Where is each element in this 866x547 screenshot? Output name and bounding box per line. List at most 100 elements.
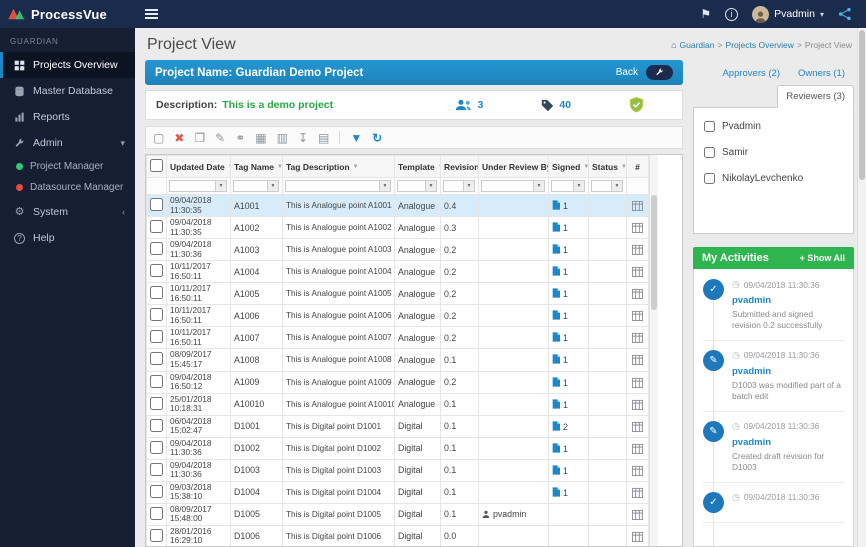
- history-grid-icon[interactable]: [630, 222, 645, 233]
- info-icon[interactable]: i: [725, 8, 738, 21]
- filter-operator-button[interactable]: ▼: [216, 180, 227, 192]
- filter-tag-description-input[interactable]: [285, 180, 380, 192]
- history-grid-icon[interactable]: [630, 399, 645, 410]
- row-checkbox[interactable]: [150, 220, 163, 233]
- signed-document-icon[interactable]: [552, 466, 563, 476]
- filter-icon[interactable]: [350, 132, 362, 144]
- breadcrumb-guardian[interactable]: Guardian: [680, 40, 715, 50]
- sidebar-item-help[interactable]: ? Help: [0, 225, 135, 251]
- signed-document-icon[interactable]: [552, 333, 563, 343]
- role-tab[interactable]: Reviewers (3): [777, 85, 854, 108]
- filter-operator-button[interactable]: ▼: [534, 180, 545, 192]
- table-row[interactable]: 09/04/2018 11:30:36 D1003 This is Digita…: [147, 459, 649, 481]
- export-icon[interactable]: [298, 132, 308, 144]
- row-checkbox[interactable]: [150, 397, 163, 410]
- table-row[interactable]: 10/11/2017 16:50:11 A1007 This is Analog…: [147, 327, 649, 349]
- print-icon[interactable]: [318, 132, 329, 144]
- filter-under-review-input[interactable]: [481, 180, 534, 192]
- history-grid-icon[interactable]: [630, 443, 645, 454]
- row-checkbox[interactable]: [150, 198, 163, 211]
- table-row[interactable]: 09/03/2018 15:38:10 D1004 This is Digita…: [147, 481, 649, 503]
- menu-icon[interactable]: [145, 9, 158, 19]
- table-row[interactable]: 28/01/2016 16:29:10 D1006 This is Digita…: [147, 525, 649, 547]
- table-row[interactable]: 08/09/2017 15:48:00 D1005 This is Digita…: [147, 503, 649, 525]
- role-tab[interactable]: Approvers (2): [713, 62, 789, 85]
- scrollbar-thumb[interactable]: [651, 195, 657, 310]
- filter-status-input[interactable]: [591, 180, 612, 192]
- edit-icon[interactable]: [215, 132, 225, 144]
- refresh-icon[interactable]: [372, 132, 382, 144]
- sidebar-item-reports[interactable]: Reports: [0, 104, 135, 130]
- page-scrollbar[interactable]: [857, 28, 866, 547]
- signed-document-icon[interactable]: [552, 223, 563, 233]
- history-grid-icon[interactable]: [630, 377, 645, 388]
- table-row[interactable]: 09/04/2018 11:30:36 D1002 This is Digita…: [147, 437, 649, 459]
- breadcrumb-projects-overview[interactable]: Projects Overview: [725, 40, 794, 50]
- table-row[interactable]: 10/11/2017 16:50:11 A1006 This is Analog…: [147, 305, 649, 327]
- reviewer-checkbox[interactable]: [704, 173, 715, 184]
- add-document-icon[interactable]: [153, 132, 164, 144]
- filter-operator-button[interactable]: ▼: [380, 180, 391, 192]
- column-filter-icon[interactable]: ▼: [353, 164, 359, 170]
- table-row[interactable]: 25/01/2018 10:18:31 A10010 This is Analo…: [147, 393, 649, 415]
- history-grid-icon[interactable]: [630, 266, 645, 277]
- filter-tag-name-input[interactable]: [233, 180, 268, 192]
- table-row[interactable]: 09/04/2018 16:50:12 A1009 This is Analog…: [147, 371, 649, 393]
- table-row[interactable]: 06/04/2018 15:02:47 D1001 This is Digita…: [147, 415, 649, 437]
- columns-icon[interactable]: [277, 132, 288, 144]
- row-checkbox[interactable]: [150, 485, 163, 498]
- role-tab[interactable]: Owners (1): [789, 62, 854, 85]
- back-button[interactable]: Back: [616, 67, 638, 78]
- activity-user-link[interactable]: pvadmin: [732, 295, 844, 306]
- table-row[interactable]: 10/11/2017 16:50:11 A1004 This is Analog…: [147, 261, 649, 283]
- row-checkbox[interactable]: [150, 330, 163, 343]
- column-filter-icon[interactable]: ▼: [277, 164, 283, 170]
- activity-user-link[interactable]: pvadmin: [732, 366, 844, 377]
- history-grid-icon[interactable]: [630, 421, 645, 432]
- column-filter-icon[interactable]: ▼: [621, 164, 627, 170]
- reviewer-checkbox[interactable]: [704, 147, 715, 158]
- reviewer-item[interactable]: Samir: [704, 147, 843, 158]
- copy-icon[interactable]: [194, 132, 205, 144]
- table-row[interactable]: 09/04/2018 11:30:35 A1002 This is Analog…: [147, 217, 649, 239]
- filter-operator-button[interactable]: ▼: [464, 180, 475, 192]
- reviewer-item[interactable]: NikolayLevchenko: [704, 173, 843, 184]
- sidebar-item-project-manager[interactable]: Project Manager: [0, 156, 135, 177]
- filter-operator-button[interactable]: ▼: [574, 180, 585, 192]
- history-grid-icon[interactable]: [630, 531, 645, 542]
- flag-icon[interactable]: ⚑: [700, 7, 711, 21]
- activity-user-link[interactable]: pvadmin: [732, 437, 844, 448]
- signed-document-icon[interactable]: [552, 267, 563, 277]
- history-grid-icon[interactable]: [630, 487, 645, 498]
- table-row[interactable]: 08/09/2017 15:45:17 A1008 This is Analog…: [147, 349, 649, 371]
- row-checkbox[interactable]: [150, 286, 163, 299]
- filter-template-input[interactable]: [397, 180, 426, 192]
- row-checkbox[interactable]: [150, 264, 163, 277]
- signed-document-icon[interactable]: [552, 378, 563, 388]
- filter-operator-button[interactable]: ▼: [612, 180, 623, 192]
- table-row[interactable]: 09/04/2018 11:30:36 A1003 This is Analog…: [147, 239, 649, 261]
- signed-document-icon[interactable]: [552, 488, 563, 498]
- reviewer-item[interactable]: Pvadmin: [704, 121, 843, 132]
- app-logo[interactable]: ProcessVue: [0, 7, 135, 22]
- table-row[interactable]: 09/04/2018 11:30:35 A1001 This is Analog…: [147, 195, 649, 217]
- row-checkbox[interactable]: [150, 463, 163, 476]
- select-all-checkbox[interactable]: [150, 159, 163, 172]
- show-all-button[interactable]: + Show All: [800, 253, 845, 263]
- row-checkbox[interactable]: [150, 529, 163, 542]
- table-icon[interactable]: [255, 132, 266, 144]
- row-checkbox[interactable]: [150, 507, 163, 520]
- sidebar-item-master-database[interactable]: Master Database: [0, 78, 135, 104]
- sidebar-item-system[interactable]: ⚙ System ‹: [0, 198, 135, 225]
- row-checkbox[interactable]: [150, 419, 163, 432]
- filter-revision-input[interactable]: [443, 180, 464, 192]
- row-checkbox[interactable]: [150, 375, 163, 388]
- sidebar-item-admin[interactable]: Admin ▾: [0, 130, 135, 156]
- filter-operator-button[interactable]: ▼: [268, 180, 279, 192]
- sidebar-item-datasource-manager[interactable]: Datasource Manager: [0, 177, 135, 198]
- history-grid-icon[interactable]: [630, 354, 645, 365]
- history-grid-icon[interactable]: [630, 465, 645, 476]
- column-filter-icon[interactable]: ▼: [583, 164, 588, 170]
- history-grid-icon[interactable]: [630, 509, 645, 520]
- history-grid-icon[interactable]: [630, 332, 645, 343]
